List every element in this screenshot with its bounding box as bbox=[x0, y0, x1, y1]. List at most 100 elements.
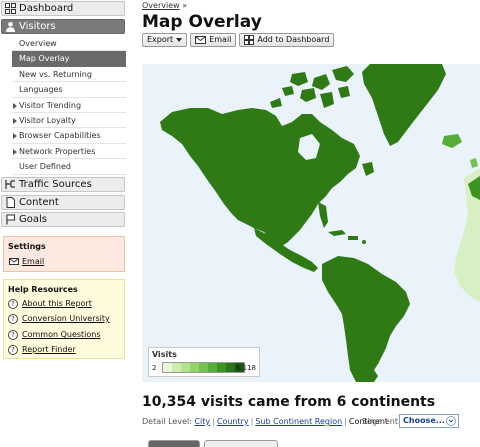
help-link-label: Conversion University bbox=[22, 314, 110, 323]
subnav-visitor-loyalty[interactable]: Visitor Loyalty bbox=[12, 113, 126, 129]
view-tab[interactable] bbox=[204, 440, 278, 447]
dashboard-icon bbox=[5, 3, 16, 14]
legend-swatch bbox=[217, 363, 226, 372]
mail-icon bbox=[195, 36, 207, 44]
chevron-down-icon bbox=[446, 416, 456, 426]
legend-swatch bbox=[190, 363, 199, 372]
question-icon: ? bbox=[8, 299, 18, 309]
legend-swatch bbox=[208, 363, 217, 372]
breadcrumb-separator: » bbox=[182, 1, 188, 10]
legend-title: Visits bbox=[152, 350, 177, 359]
legend-swatch bbox=[199, 363, 208, 372]
subnav-network-properties[interactable]: Network Properties bbox=[12, 144, 126, 160]
breadcrumb-overview-link[interactable]: Overview bbox=[142, 1, 180, 10]
export-label: Export bbox=[147, 35, 174, 44]
subnav-overview[interactable]: Overview bbox=[12, 36, 126, 52]
legend-max-value: 6,118 bbox=[235, 364, 256, 372]
report-toolbar: Export Email Add to Dashboard bbox=[142, 33, 335, 47]
flag-icon bbox=[6, 214, 15, 225]
nav-traffic-sources-label: Traffic Sources bbox=[19, 179, 92, 190]
question-icon: ? bbox=[8, 314, 18, 324]
nav-visitors-label: Visitors bbox=[19, 21, 56, 32]
subnav-label: User Defined bbox=[19, 162, 71, 172]
email-label: Email bbox=[209, 35, 232, 44]
segment-value: Choose... bbox=[403, 416, 445, 425]
legend-color-scale bbox=[162, 362, 245, 373]
world-map[interactable]: Visits 2 6,118 bbox=[142, 64, 480, 382]
legend-swatch bbox=[172, 363, 181, 372]
subnav-label: Visitor Loyalty bbox=[19, 115, 76, 125]
help-link-conversion-university[interactable]: ? Conversion University bbox=[8, 314, 110, 324]
detail-level-city[interactable]: City bbox=[194, 417, 210, 426]
breadcrumb: Overview » bbox=[142, 1, 187, 10]
help-resources-panel: Help Resources ? About this Report ? Conve… bbox=[3, 279, 125, 359]
subnav-map-overlay[interactable]: Map Overlay bbox=[12, 51, 126, 67]
subnav-label: Network Properties bbox=[19, 146, 96, 156]
help-link-report-finder[interactable]: ? Report Finder bbox=[8, 345, 76, 355]
visitors-subnav: Overview Map Overlay New vs. Returning L… bbox=[12, 36, 126, 175]
detail-level-row: Detail Level: City | Country | Sub Continent… bbox=[142, 417, 388, 426]
subnav-browser-capabilities[interactable]: Browser Capabilities bbox=[12, 128, 126, 144]
nav-content-label: Content bbox=[19, 197, 59, 208]
main-content: Overview » Map Overlay Export Email Add … bbox=[140, 0, 480, 447]
document-icon bbox=[6, 197, 15, 208]
legend-swatch bbox=[226, 363, 235, 372]
nav-visitors[interactable]: Visitors bbox=[1, 19, 125, 34]
nav-dashboard[interactable]: Dashboard bbox=[1, 1, 125, 16]
legend-min-value: 2 bbox=[152, 364, 157, 372]
detail-level-country[interactable]: Country bbox=[217, 417, 249, 426]
subnav-label: Visitor Trending bbox=[19, 100, 82, 110]
expand-arrow-icon bbox=[13, 102, 17, 109]
settings-panel: Settings Email bbox=[3, 236, 125, 272]
view-tab-active[interactable] bbox=[148, 440, 200, 447]
legend-swatch bbox=[181, 363, 190, 372]
question-icon: ? bbox=[8, 345, 18, 355]
help-link-label: Report Finder bbox=[22, 345, 76, 354]
subnav-label: Browser Capabilities bbox=[19, 131, 101, 141]
world-map-graphic bbox=[142, 64, 480, 382]
settings-title: Settings bbox=[8, 242, 46, 251]
subnav-label: Overview bbox=[19, 39, 57, 48]
expand-arrow-icon bbox=[13, 133, 17, 140]
email-button[interactable]: Email bbox=[190, 33, 237, 47]
subnav-user-defined[interactable]: User Defined bbox=[12, 159, 126, 175]
nav-goals-label: Goals bbox=[19, 214, 47, 225]
separator: | bbox=[250, 417, 254, 426]
person-icon bbox=[6, 22, 15, 32]
add-to-dashboard-label: Add to Dashboard bbox=[257, 35, 330, 44]
visits-legend: Visits 2 6,118 bbox=[148, 347, 260, 377]
subnav-new-vs-returning[interactable]: New vs. Returning bbox=[12, 67, 126, 83]
nav-traffic-sources[interactable]: Traffic Sources bbox=[1, 177, 125, 192]
settings-email-link[interactable]: Email bbox=[9, 257, 44, 266]
nav-content[interactable]: Content bbox=[1, 195, 125, 210]
help-title: Help Resources bbox=[8, 285, 78, 294]
question-icon: ? bbox=[8, 330, 18, 340]
nav-dashboard-label: Dashboard bbox=[19, 3, 74, 14]
help-link-label: About this Report bbox=[22, 299, 92, 308]
export-button[interactable]: Export bbox=[142, 33, 188, 47]
nav-goals[interactable]: Goals bbox=[1, 212, 125, 227]
traffic-sources-icon bbox=[5, 180, 15, 189]
subnav-visitor-trending[interactable]: Visitor Trending bbox=[12, 98, 126, 113]
help-link-about[interactable]: ? About this Report bbox=[8, 299, 92, 309]
detail-level-label: Detail Level: bbox=[142, 417, 192, 426]
legend-swatch bbox=[163, 363, 172, 372]
expand-arrow-icon bbox=[13, 117, 17, 124]
visits-summary: 10,354 visits came from 6 continents bbox=[142, 394, 436, 410]
subnav-languages[interactable]: Languages bbox=[12, 82, 126, 98]
mail-icon bbox=[9, 258, 19, 265]
segment-dropdown[interactable]: Choose... bbox=[399, 414, 459, 428]
subnav-label: Languages bbox=[19, 85, 63, 95]
dashboard-icon bbox=[244, 35, 255, 45]
separator: | bbox=[212, 417, 215, 426]
separator: | bbox=[344, 417, 347, 426]
segment-label: Segment: bbox=[362, 417, 401, 426]
help-link-common-questions[interactable]: ? Common Questions bbox=[8, 330, 101, 340]
dropdown-arrow-icon bbox=[176, 38, 183, 42]
add-to-dashboard-button[interactable]: Add to Dashboard bbox=[239, 33, 335, 47]
sidebar: Dashboard Visitors Overview Map Overlay … bbox=[0, 0, 128, 447]
help-link-label: Common Questions bbox=[22, 330, 101, 339]
settings-email-label: Email bbox=[22, 257, 45, 266]
subnav-label: Map Overlay bbox=[19, 54, 70, 64]
detail-level-sub-continent[interactable]: Sub Continent Region bbox=[255, 417, 342, 426]
